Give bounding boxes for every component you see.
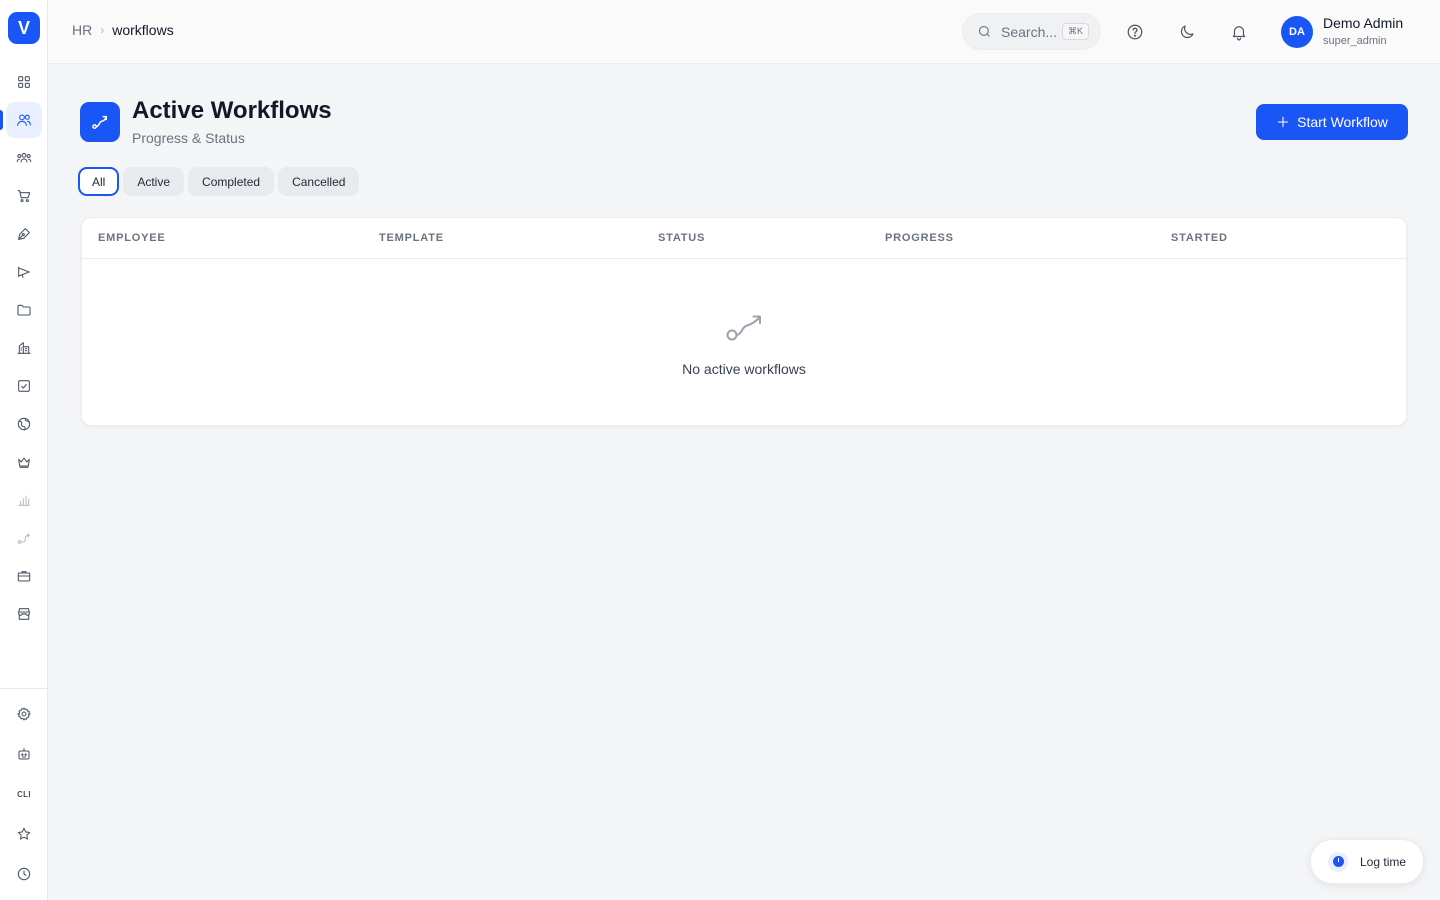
sidebar-item-dashboard[interactable] — [6, 64, 42, 100]
sidebar-item-tasks[interactable] — [6, 368, 42, 404]
route-icon — [17, 533, 30, 544]
empty-state-route-icon — [724, 310, 764, 344]
empty-state-message: No active workflows — [682, 361, 806, 377]
filter-active[interactable]: Active — [123, 167, 185, 196]
route-icon — [92, 115, 107, 129]
sidebar-item-hr[interactable] — [6, 102, 42, 138]
user-name[interactable]: Demo Admin — [1323, 15, 1403, 31]
search-shortcut: ⌘K — [1062, 23, 1090, 40]
crown-icon — [18, 457, 30, 468]
search-input[interactable] — [1001, 23, 1059, 40]
page-title: Active Workflows — [132, 97, 332, 124]
briefcase-icon — [17, 571, 31, 582]
log-time-label: Log time — [1360, 854, 1407, 869]
log-time-button[interactable]: Log time — [1310, 839, 1424, 884]
column-started[interactable]: STARTED — [1171, 232, 1228, 244]
filter-all[interactable]: All — [78, 167, 120, 196]
megaphone-icon — [18, 266, 30, 278]
building-icon — [17, 342, 31, 354]
moon-icon — [1180, 25, 1194, 39]
breadcrumb: HR › workflows — [72, 22, 174, 38]
store-icon — [18, 608, 30, 620]
column-template[interactable]: TEMPLATE — [379, 232, 444, 244]
sidebar-item-favorites[interactable] — [6, 816, 42, 852]
star-icon — [17, 827, 31, 840]
status-filter-tabs: All Active Completed Cancelled — [78, 167, 360, 196]
help-button[interactable] — [1125, 22, 1145, 42]
search-box[interactable]: ⌘K — [962, 13, 1101, 50]
page-subtitle: Progress & Status — [132, 130, 245, 146]
timer-icon — [1328, 851, 1348, 872]
table-header: EMPLOYEE TEMPLATE STATUS PROGRESS STARTE… — [82, 218, 1406, 259]
page-icon — [80, 102, 120, 142]
users-icon — [17, 114, 31, 126]
filter-cancelled[interactable]: Cancelled — [278, 167, 360, 196]
clock-icon — [17, 867, 31, 881]
filter-completed[interactable]: Completed — [188, 167, 275, 196]
chevron-right-icon: › — [100, 23, 105, 37]
sidebar-item-cli[interactable]: CLI — [6, 776, 42, 812]
column-employee[interactable]: EMPLOYEE — [98, 232, 166, 244]
sidebar-item-settings[interactable] — [6, 696, 42, 732]
checkbox-icon — [18, 380, 30, 392]
active-indicator — [0, 110, 3, 130]
sidebar-item-jobs[interactable] — [6, 558, 42, 594]
sidebar-item-marketing[interactable] — [6, 254, 42, 290]
bell-icon — [1232, 26, 1246, 41]
cart-icon — [17, 190, 31, 203]
search-icon — [978, 25, 990, 37]
sidebar-item-files[interactable] — [6, 292, 42, 328]
notifications-button[interactable] — [1229, 22, 1249, 42]
pen-icon — [18, 228, 30, 240]
sidebar-item-content[interactable] — [6, 216, 42, 252]
sidebar-item-analytics[interactable] — [6, 482, 42, 518]
column-progress[interactable]: PROGRESS — [885, 232, 954, 244]
team-icon — [16, 152, 32, 163]
sidebar-item-history[interactable] — [6, 856, 42, 892]
app-logo[interactable]: V — [8, 12, 40, 44]
sidebar: V CLI — [0, 0, 48, 900]
breadcrumb-root[interactable]: HR — [72, 22, 92, 38]
column-status[interactable]: STATUS — [658, 232, 705, 244]
sidebar-divider — [0, 688, 48, 689]
sidebar-item-organization[interactable] — [6, 330, 42, 366]
grid-icon — [18, 76, 30, 88]
sidebar-item-sites[interactable] — [6, 406, 42, 442]
user-role: super_admin — [1323, 35, 1387, 47]
globe-icon — [17, 417, 31, 431]
start-workflow-button[interactable]: Start Workflow — [1256, 104, 1408, 140]
plus-icon — [1277, 116, 1289, 128]
help-icon — [1127, 24, 1143, 40]
sidebar-item-workflows[interactable] — [6, 520, 42, 556]
cli-label: CLI — [17, 789, 31, 799]
sidebar-item-commerce[interactable] — [6, 178, 42, 214]
avatar[interactable]: DA — [1281, 16, 1313, 48]
workflows-table: EMPLOYEE TEMPLATE STATUS PROGRESS STARTE… — [81, 217, 1407, 426]
folder-icon — [17, 304, 31, 316]
breadcrumb-current: workflows — [112, 22, 174, 38]
robot-icon — [18, 748, 30, 760]
sidebar-item-ai-assistant[interactable] — [6, 736, 42, 772]
sidebar-item-teams[interactable] — [6, 140, 42, 176]
bar-chart-icon — [18, 495, 30, 506]
start-workflow-label: Start Workflow — [1297, 114, 1388, 130]
topbar: HR › workflows ⌘K DA Demo Admin super_ad… — [48, 0, 1440, 64]
sidebar-item-store[interactable] — [6, 596, 42, 632]
gear-icon — [17, 707, 31, 721]
sidebar-item-membership[interactable] — [6, 444, 42, 480]
theme-toggle-button[interactable] — [1177, 22, 1197, 42]
